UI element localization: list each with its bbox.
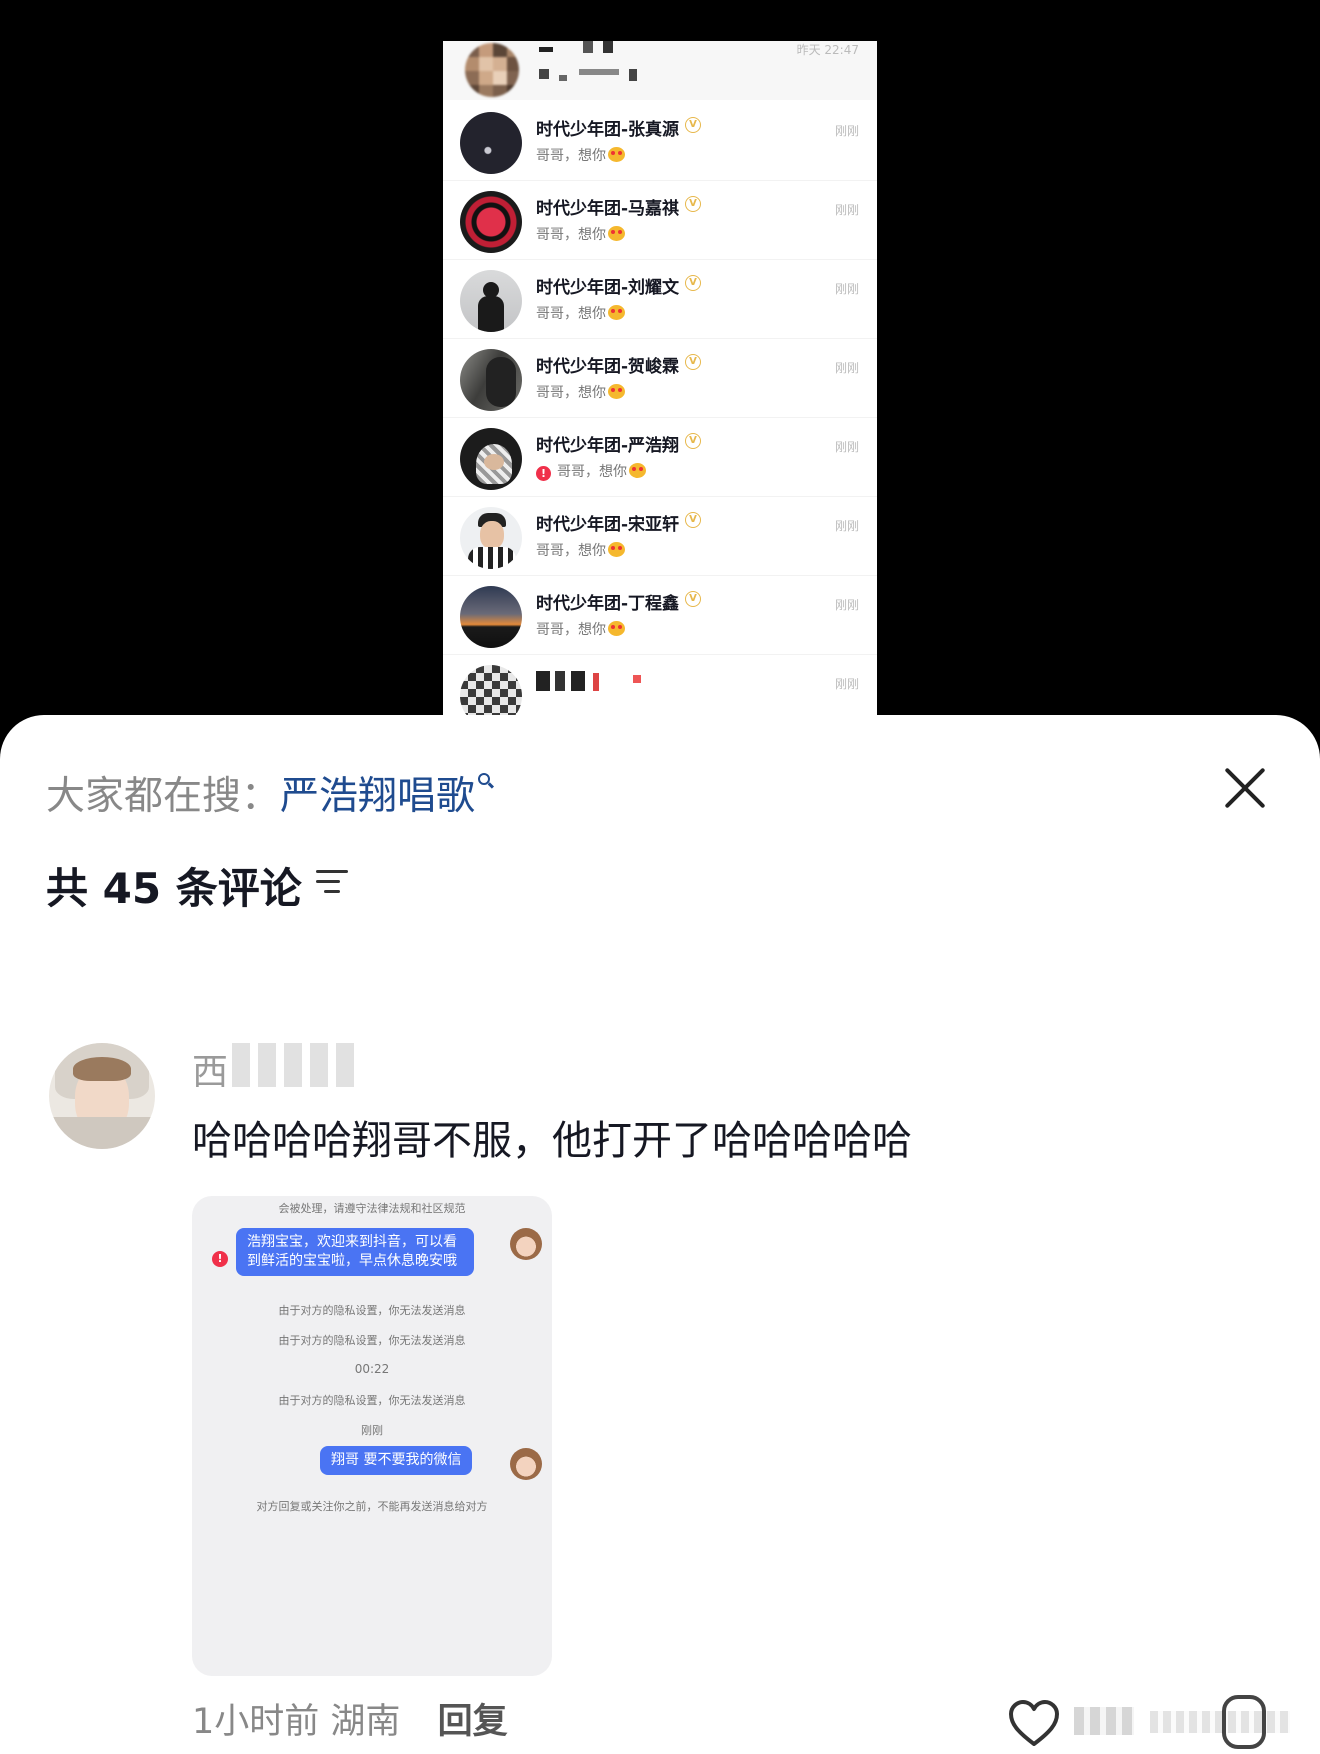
message-preview: 哥哥，想你: [536, 540, 625, 560]
contact-name: 时代少年团-严浩翔: [536, 436, 680, 456]
message-preview: 哥哥，想你: [536, 382, 625, 402]
send-failed-alert-icon: !: [536, 466, 551, 481]
conversation-row[interactable]: 时代少年团-刘耀文 V 哥哥，想你 刚刚: [443, 260, 877, 339]
comment-image[interactable]: 会被处理，请遵守法律法规和社区规范 ! 浩翔宝宝，欢迎来到抖音，可以看到鲜活的宝…: [192, 1196, 552, 1676]
message-time: 刚刚: [834, 519, 859, 533]
conversation-row[interactable]: 时代少年团-贺峻霖 V 哥哥，想你 刚刚: [443, 339, 877, 418]
comment-time: 1小时前: [192, 1702, 320, 1742]
avatar: [460, 507, 522, 569]
comment-location: 湖南: [330, 1702, 401, 1742]
commenter-username[interactable]: 西: [192, 1043, 228, 1087]
chat-bubble: 翔哥 要不要我的微信: [320, 1446, 473, 1475]
pixelated-message: [539, 69, 549, 79]
conversation-row[interactable]: 时代少年团-丁程鑫 V 哥哥，想你 刚刚: [443, 576, 877, 655]
contact-name: 时代少年团-马嘉祺: [536, 199, 680, 219]
comment-panel: 大家都在搜：严浩翔唱歌 共 45 条评论 西 哈哈哈哈翔哥不服，他打开了哈哈哈哈…: [0, 715, 1320, 1754]
username-mosaic: [232, 1043, 362, 1087]
verified-icon: V: [685, 275, 701, 291]
pixelated-avatar: [465, 43, 519, 97]
contact-name: 时代少年团-丁程鑫: [536, 594, 680, 614]
like-count-mosaic: [1074, 1707, 1134, 1735]
heart-eyes-emoji-icon: [629, 463, 646, 478]
message-preview: 哥哥，想你: [536, 145, 625, 165]
message-time: 刚刚: [834, 124, 859, 138]
verified-icon: V: [685, 512, 701, 528]
heart-eyes-emoji-icon: [608, 305, 625, 320]
message-time: 刚刚: [834, 440, 859, 454]
contact-name: 时代少年团-贺峻霖: [536, 357, 680, 377]
search-icon: [478, 773, 491, 785]
message-time: 刚刚: [834, 598, 859, 612]
sort-filter-icon[interactable]: [316, 867, 350, 897]
chat-timestamp: 刚刚: [361, 1424, 383, 1437]
avatar: [460, 586, 522, 648]
chat-notice: 会被处理，请遵守法律法规和社区规范: [278, 1202, 466, 1215]
conversation-time: 昨天 22:47: [796, 43, 859, 57]
chat-timestamp: 00:22: [354, 1362, 390, 1376]
heart-eyes-emoji-icon: [608, 147, 625, 162]
trending-search-keyword[interactable]: 严浩翔唱歌: [280, 774, 475, 819]
message-preview: 哥哥，想你: [536, 224, 625, 244]
commenter-avatar[interactable]: [49, 1043, 155, 1149]
message-time: 刚刚: [834, 282, 859, 296]
verified-icon: V: [685, 354, 701, 370]
chat-system-message: 由于对方的隐私设置，你无法发送消息: [278, 1334, 466, 1347]
message-time: 刚刚: [834, 677, 859, 691]
embedded-message-list-screenshot: 昨天 22:47 时代少年团-张真源 V 哥哥，想你 刚刚 时代少年团-马嘉祺 …: [443, 41, 877, 721]
chat-system-message: 由于对方的隐私设置，你无法发送消息: [278, 1304, 466, 1317]
send-failed-alert-icon: !: [212, 1251, 228, 1267]
message-time: 刚刚: [834, 203, 859, 217]
trending-search-hint[interactable]: 大家都在搜：严浩翔唱歌: [46, 765, 491, 821]
verified-icon: V: [685, 196, 701, 212]
chat-avatar: [510, 1448, 542, 1480]
conversation-row[interactable]: 时代少年团-马嘉祺 V 哥哥，想你 刚刚: [443, 181, 877, 260]
comment-count: 共 45 条评论: [46, 864, 302, 913]
chat-bubble: 浩翔宝宝，欢迎来到抖音，可以看到鲜活的宝宝啦，早点休息晚安哦: [236, 1228, 474, 1276]
close-icon[interactable]: [1222, 765, 1268, 811]
message-preview: ! 哥哥，想你: [536, 461, 646, 481]
chat-notice: 对方回复或关注你之前，不能再发送消息给对方: [256, 1500, 488, 1513]
pixelated-avatar: [460, 665, 522, 721]
avatar: [460, 349, 522, 411]
message-time: 刚刚: [834, 361, 859, 375]
avatar: [460, 191, 522, 253]
heart-eyes-emoji-icon: [608, 226, 625, 241]
comment-text: 哈哈哈哈翔哥不服，他打开了哈哈哈哈哈: [192, 1118, 912, 1164]
chat-avatar: [510, 1228, 542, 1260]
contact-name: 时代少年团-张真源: [536, 120, 680, 140]
conversation-row[interactable]: 时代少年团-宋亚轩 V 哥哥，想你 刚刚: [443, 497, 877, 576]
conversation-row[interactable]: 时代少年团-严浩翔 V ! 哥哥，想你 刚刚: [443, 418, 877, 497]
trending-search-prefix: 大家都在搜：: [46, 774, 281, 819]
message-preview: 哥哥，想你: [536, 619, 625, 639]
avatar: [460, 428, 522, 490]
pixelated-name: [536, 671, 550, 691]
comment-meta: 1小时前 湖南 回复: [192, 1693, 508, 1744]
pixelated-name: [539, 47, 553, 52]
verified-icon: V: [685, 117, 701, 133]
obscured-area: [1150, 1711, 1290, 1733]
heart-icon[interactable]: [1008, 1700, 1060, 1748]
chat-system-message: 由于对方的隐私设置，你无法发送消息: [278, 1394, 466, 1407]
heart-eyes-emoji-icon: [608, 621, 625, 636]
verified-icon: V: [685, 433, 701, 449]
conversation-row[interactable]: 时代少年团-张真源 V 哥哥，想你 刚刚: [443, 102, 877, 181]
pixelated-conversation-row: 昨天 22:47: [443, 41, 877, 100]
contact-name: 时代少年团-刘耀文: [536, 278, 680, 298]
avatar: [460, 270, 522, 332]
reply-button[interactable]: 回复: [438, 1702, 508, 1742]
dislike-icon[interactable]: [1222, 1695, 1266, 1749]
avatar: [460, 112, 522, 174]
contact-name: 时代少年团-宋亚轩: [536, 515, 680, 535]
message-preview: 哥哥，想你: [536, 303, 625, 323]
pixelated-conversation-row: 刚刚: [443, 655, 877, 721]
heart-eyes-emoji-icon: [608, 542, 625, 557]
heart-eyes-emoji-icon: [608, 384, 625, 399]
verified-icon: V: [685, 591, 701, 607]
